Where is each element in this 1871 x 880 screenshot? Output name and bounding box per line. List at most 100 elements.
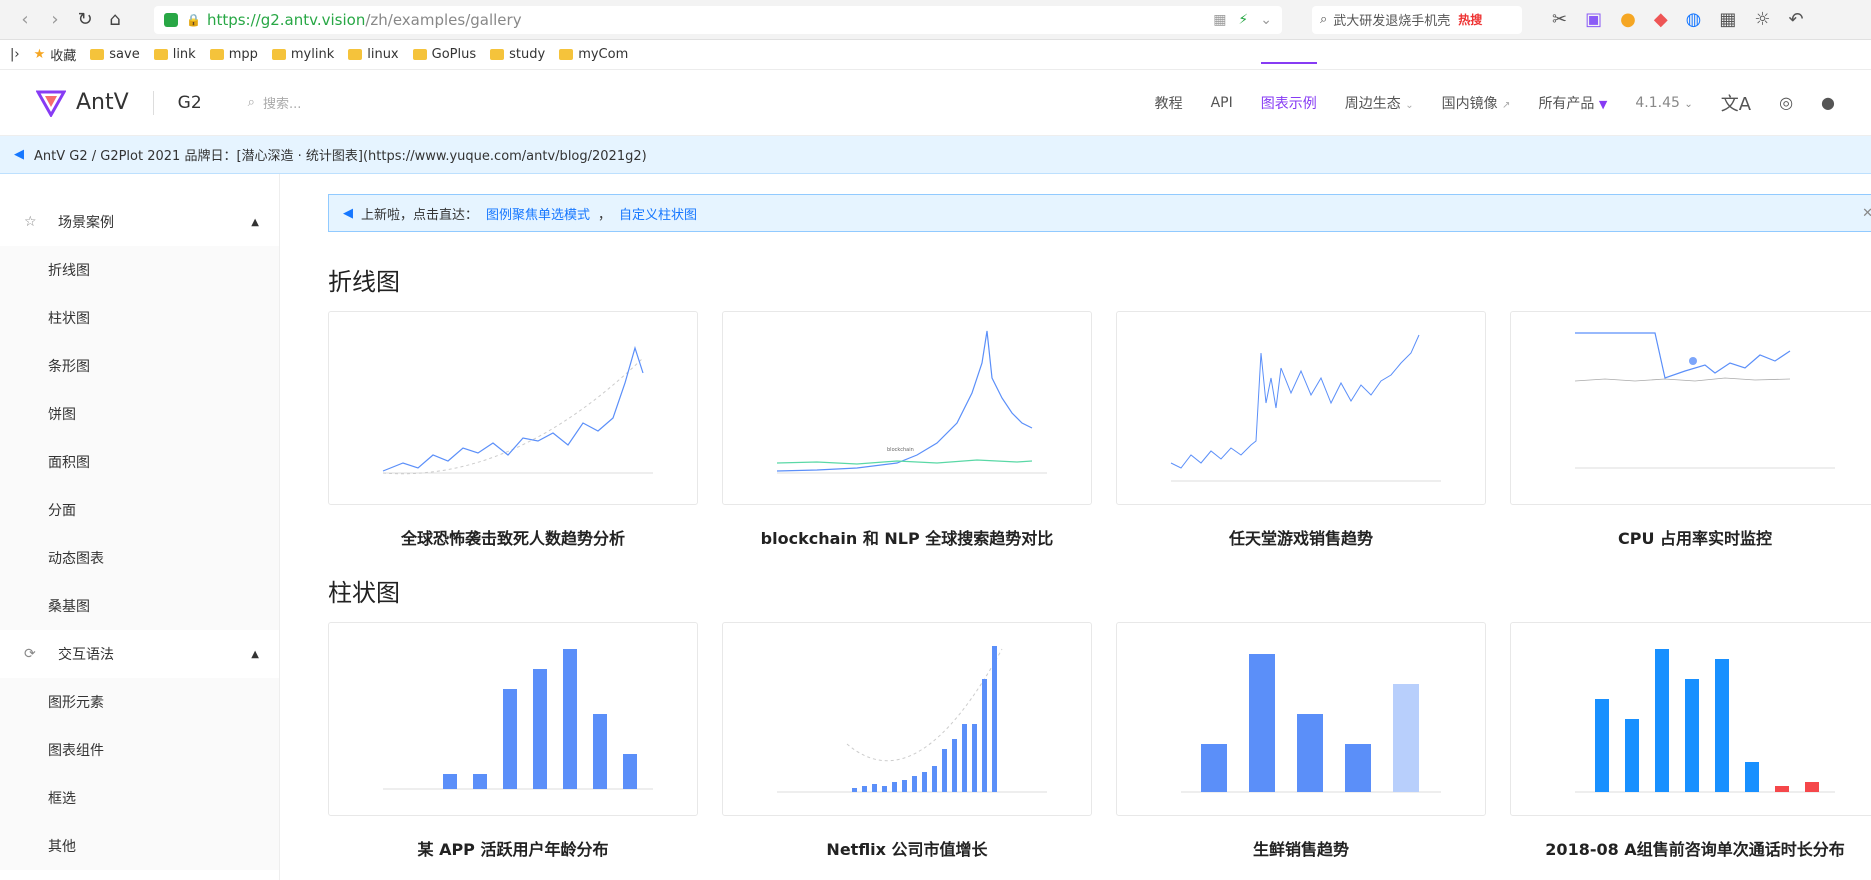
folder-icon: [271, 49, 286, 60]
nav-ecosystem[interactable]: 周边生态 ⌄: [1345, 93, 1414, 113]
reload-icon[interactable]: ↻: [70, 5, 100, 35]
card-thumbnail[interactable]: [1510, 622, 1871, 816]
language-icon[interactable]: 文A: [1721, 90, 1751, 116]
card-thumbnail[interactable]: [1116, 622, 1486, 816]
card-blockchain-nlp[interactable]: blockchain blockchain 和 NLP 全球搜索趋势对比: [722, 311, 1092, 549]
announcement-banner: ◀ AntV G2 / G2Plot 2021 品牌日：[潜心深造 · 统计图表…: [0, 136, 1871, 174]
notice-alert: ◀ 上新啦，点击直达： 图例聚焦单选模式 ， 自定义柱状图 ✕: [328, 194, 1871, 232]
home-icon[interactable]: ⌂: [100, 5, 130, 35]
card-thumbnail[interactable]: [328, 622, 698, 816]
chevron-down-icon: ⌄: [1684, 98, 1693, 110]
bookmark-item[interactable]: mylink: [271, 47, 334, 62]
card-netflix[interactable]: Netflix 公司市值增长: [722, 622, 1092, 860]
chevron-down-icon[interactable]: ⌄: [1260, 12, 1272, 28]
bookmark-item[interactable]: linux: [348, 47, 399, 62]
card-app-age[interactable]: 某 APP 活跃用户年龄分布: [328, 622, 698, 860]
bookmark-item[interactable]: ★ 收藏: [34, 45, 77, 64]
star-icon: ★: [33, 47, 46, 62]
sidebar-item[interactable]: 图表组件: [0, 726, 279, 774]
section-title-bar: 柱状图: [328, 579, 400, 607]
github-icon[interactable]: ●: [1821, 93, 1835, 112]
card-fresh-sales[interactable]: 生鲜销售趋势: [1116, 622, 1486, 860]
sidebar-item[interactable]: 折线图: [0, 246, 279, 294]
card-title[interactable]: blockchain 和 NLP 全球搜索趋势对比: [722, 525, 1092, 549]
card-title[interactable]: 某 APP 活跃用户年龄分布: [328, 836, 698, 860]
card-cpu-monitor[interactable]: CPU 占用率实时监控: [1510, 311, 1871, 549]
card-call-duration[interactable]: 2018-08 A组售前咨询单次通话时长分布: [1510, 622, 1871, 860]
sidebar-item[interactable]: 饼图: [0, 390, 279, 438]
thumbnail-bar-chart: [383, 649, 653, 790]
lightning-icon[interactable]: ⚡: [1238, 12, 1248, 28]
card-title[interactable]: Netflix 公司市值增长: [722, 836, 1092, 860]
card-terror-trend[interactable]: 全球恐怖袭击致死人数趋势分析: [328, 311, 698, 549]
sidebar-item[interactable]: 柱状图: [0, 294, 279, 342]
bookmark-label: GoPlus: [431, 47, 477, 62]
card-title[interactable]: 任天堂游戏销售趋势: [1116, 525, 1486, 549]
card-title[interactable]: CPU 占用率实时监控: [1510, 525, 1871, 549]
notice-link-legend[interactable]: 图例聚焦单选模式: [486, 204, 590, 223]
nav-products[interactable]: 所有产品 ▼: [1538, 93, 1607, 113]
sidebar-toggle-icon[interactable]: |›: [10, 47, 20, 62]
nav-examples[interactable]: 图表示例: [1260, 61, 1317, 113]
sidebar-item[interactable]: 面积图: [0, 438, 279, 486]
sidebar-item[interactable]: 条形图: [0, 342, 279, 390]
address-bar[interactable]: 🔒 https://g2.antv.vision/zh/examples/gal…: [154, 5, 1282, 34]
shield-icon: [164, 12, 178, 27]
sidebar-item[interactable]: 分面: [0, 486, 279, 534]
site-search[interactable]: ⌕ 搜索...: [248, 93, 302, 112]
gamepad-icon[interactable]: ◆: [1654, 9, 1668, 30]
sidebar-item[interactable]: 动态图表: [0, 534, 279, 582]
card-thumbnail[interactable]: [1116, 311, 1486, 505]
product-name[interactable]: G2: [178, 93, 202, 113]
sidebar-item[interactable]: 框选: [0, 774, 279, 822]
bookmark-item[interactable]: GoPlus: [412, 47, 477, 62]
sidebar-item[interactable]: 桑基图: [0, 582, 279, 630]
translate-ext-icon[interactable]: ▣: [1585, 9, 1602, 30]
bookmark-item[interactable]: link: [153, 47, 196, 62]
card-title[interactable]: 2018-08 A组售前咨询单次通话时长分布: [1510, 836, 1871, 860]
hot-badge: 热搜: [1458, 13, 1483, 27]
logo[interactable]: AntV: [36, 89, 129, 117]
bookmark-item[interactable]: myCom: [559, 47, 628, 62]
sidebar-group-label: 交互语法: [58, 647, 114, 663]
qr-icon[interactable]: ▦: [1213, 12, 1226, 28]
bookmark-label: mpp: [228, 47, 258, 62]
site-search-placeholder: 搜索...: [262, 97, 302, 112]
scissors-icon[interactable]: ✂: [1552, 9, 1567, 30]
back-icon[interactable]: ‹: [10, 5, 40, 35]
nav-version[interactable]: 4.1.45 ⌄: [1635, 95, 1692, 111]
nav-api[interactable]: API: [1211, 95, 1233, 111]
card-thumbnail[interactable]: [1510, 311, 1871, 505]
notice-link-custom-bar[interactable]: 自定义柱状图: [619, 204, 697, 223]
banner-text[interactable]: AntV G2 / G2Plot 2021 品牌日：[潜心深造 · 统计图表](…: [34, 145, 647, 164]
sidebar-group[interactable]: ⟳ 交互语法 ▲: [0, 630, 279, 678]
sun-icon[interactable]: ☼: [1754, 9, 1770, 30]
bookmark-item[interactable]: mpp: [209, 47, 258, 62]
undo-icon[interactable]: ↶: [1789, 9, 1804, 30]
sidebar-group[interactable]: ☆ 场景案例 ▲: [0, 198, 279, 246]
bookmark-item[interactable]: study: [490, 47, 545, 62]
thumbnail-line-chart: [382, 345, 653, 475]
browser-search[interactable]: ⌕ 武大研发退烧手机壳 热搜: [1312, 5, 1522, 34]
wechat-icon[interactable]: ◎: [1779, 93, 1793, 112]
folder-icon: [209, 49, 224, 60]
nav-tutorial[interactable]: 教程: [1155, 93, 1183, 113]
bookmark-item[interactable]: save: [90, 47, 140, 62]
close-icon[interactable]: ✕: [1862, 206, 1871, 221]
sidebar: ☆ 场景案例 ▲ 折线图 柱状图 条形图 饼图 面积图 分面 动态图表 桑基图 ⟳ 交互语法 ▲ 图形元素图…: [0, 174, 280, 880]
card-thumbnail[interactable]: [722, 622, 1092, 816]
sidebar-item[interactable]: 其他: [0, 822, 279, 870]
sidebar-item[interactable]: 图形元素: [0, 678, 279, 726]
gallery-content: ◀ 上新啦，点击直达： 图例聚焦单选模式 ， 自定义柱状图 ✕ 折线图 全球恐怖袭击致…: [280, 174, 1871, 880]
nav-mirror[interactable]: 国内镜像 ↗: [1442, 93, 1511, 113]
coin-icon[interactable]: ●: [1620, 9, 1636, 30]
grid-icon[interactable]: ▦: [1719, 9, 1736, 30]
card-thumbnail[interactable]: blockchain: [722, 311, 1092, 505]
forward-icon[interactable]: ›: [40, 5, 70, 35]
card-thumbnail[interactable]: [328, 311, 698, 505]
magnifier-icon[interactable]: ◍: [1686, 9, 1702, 30]
card-title[interactable]: 生鲜销售趋势: [1116, 836, 1486, 860]
card-title[interactable]: 全球恐怖袭击致死人数趋势分析: [328, 525, 698, 549]
card-nintendo-sales[interactable]: 任天堂游戏销售趋势: [1116, 311, 1486, 549]
thumbnail-line-chart: [1170, 334, 1441, 482]
